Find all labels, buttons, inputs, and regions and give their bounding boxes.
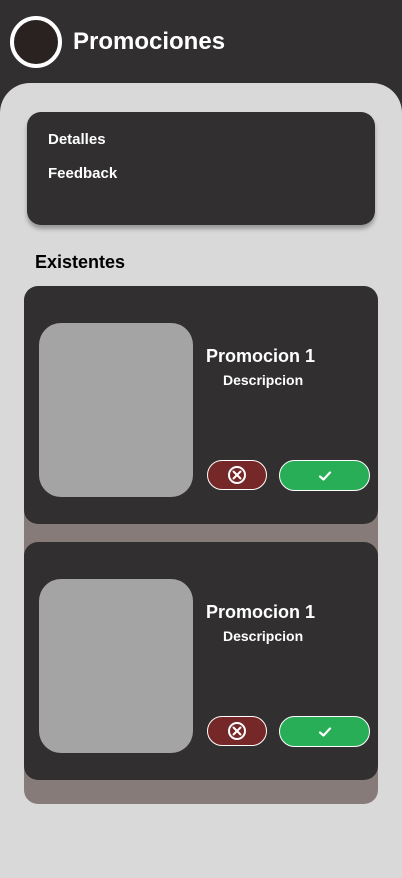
promotion-description: Descripcion bbox=[223, 628, 304, 644]
section-title: Existentes bbox=[35, 252, 126, 272]
app-header: Promociones bbox=[0, 0, 402, 90]
check-icon bbox=[318, 726, 331, 737]
promotion-card: Promocion 1 Descripcion bbox=[24, 286, 378, 524]
menu-item-detalles[interactable]: Detalles bbox=[48, 131, 106, 148]
promotion-image bbox=[39, 323, 193, 497]
reject-button[interactable] bbox=[207, 460, 267, 490]
promotion-name: Promocion 1 bbox=[206, 602, 316, 622]
page-title: Promociones bbox=[73, 28, 226, 55]
promotion-description: Descripcion bbox=[223, 372, 304, 388]
accept-button[interactable] bbox=[279, 716, 370, 747]
check-icon bbox=[318, 470, 331, 481]
accept-button[interactable] bbox=[279, 460, 370, 491]
menu-item-feedback[interactable]: Feedback bbox=[48, 165, 117, 182]
promotion-card: Promocion 1 Descripcion bbox=[24, 542, 378, 780]
circle-x-icon bbox=[228, 722, 246, 740]
reject-button[interactable] bbox=[207, 716, 267, 746]
options-menu: Detalles Feedback bbox=[27, 112, 375, 225]
promotion-name: Promocion 1 bbox=[206, 346, 316, 366]
circle-x-icon bbox=[228, 466, 246, 484]
avatar[interactable] bbox=[10, 16, 62, 68]
promotion-image bbox=[39, 579, 193, 753]
